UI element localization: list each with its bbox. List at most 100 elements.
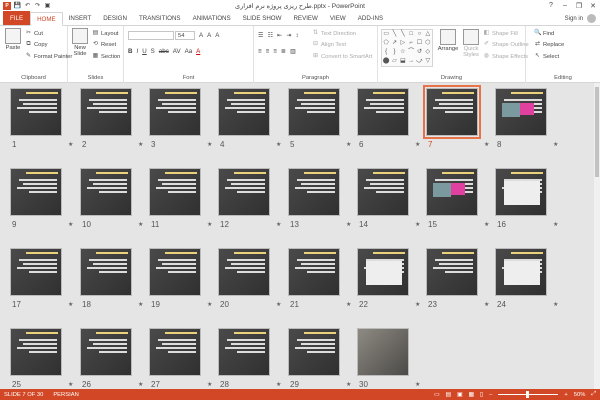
change-case-button[interactable]: Aa [185, 48, 193, 55]
slide-thumbnail[interactable] [357, 328, 409, 376]
clear-formatting-button[interactable]: A [215, 32, 219, 39]
slide-thumbnail[interactable] [80, 328, 132, 376]
shape-option[interactable]: ○ [415, 30, 423, 39]
transition-star-icon[interactable]: ★ [415, 381, 420, 388]
italic-button[interactable]: I [136, 48, 138, 55]
decrease-indent-icon[interactable]: ⇤ [277, 32, 282, 39]
transition-star-icon[interactable]: ★ [138, 221, 143, 228]
increase-indent-icon[interactable]: ⇥ [286, 32, 291, 39]
columns-icon[interactable]: ▥ [290, 48, 296, 55]
sign-in-link[interactable]: Sign in [565, 16, 583, 22]
transition-star-icon[interactable]: ★ [346, 381, 351, 388]
align-text-button[interactable]: ⊟ Align Text [312, 41, 346, 48]
scrollbar-thumb[interactable] [595, 87, 599, 177]
justify-icon[interactable]: ≣ [281, 48, 286, 55]
slide-thumbnail[interactable] [80, 248, 132, 296]
transition-star-icon[interactable]: ★ [68, 221, 73, 228]
tab-slide-show[interactable]: SLIDE SHOW [237, 11, 288, 25]
minimize-button[interactable]: – [558, 0, 572, 11]
shape-option[interactable]: ⬓ [399, 57, 407, 66]
slide-thumbnail[interactable] [10, 248, 62, 296]
transition-star-icon[interactable]: ★ [553, 141, 558, 148]
transition-star-icon[interactable]: ★ [415, 141, 420, 148]
slide-thumbnail[interactable] [495, 88, 547, 136]
underline-button[interactable]: U [142, 48, 146, 55]
normal-view-icon[interactable]: ▣ [457, 392, 462, 398]
start-slideshow-icon[interactable]: ▣ [44, 2, 51, 9]
restore-button[interactable]: ❐ [572, 0, 586, 11]
align-right-icon[interactable]: ≡ [273, 48, 277, 55]
transition-star-icon[interactable]: ★ [68, 301, 73, 308]
slide-thumbnail[interactable] [357, 88, 409, 136]
paste-button[interactable]: Paste [3, 28, 23, 51]
zoom-level[interactable]: 50% [574, 392, 586, 398]
slide-thumbnail[interactable] [149, 168, 201, 216]
copy-button[interactable]: ⧉ Copy [25, 41, 47, 48]
slide-thumbnail[interactable] [10, 88, 62, 136]
zoom-slider-knob[interactable] [526, 391, 530, 398]
close-button[interactable]: ✕ [586, 0, 600, 11]
fit-to-window-icon[interactable]: ⤢ [591, 391, 596, 398]
tab-add-ins[interactable]: ADD-INS [352, 11, 389, 25]
shape-option[interactable]: □ [407, 30, 415, 39]
help-button[interactable]: ? [544, 0, 558, 11]
font-size-box[interactable]: 54 [175, 31, 195, 40]
shape-option[interactable]: ▱ [390, 57, 398, 66]
find-button[interactable]: 🔍 Find [534, 30, 554, 37]
shape-option[interactable]: ⬤ [382, 57, 390, 66]
slide-thumbnail[interactable] [80, 168, 132, 216]
shape-option[interactable]: } [390, 48, 398, 57]
transition-star-icon[interactable]: ★ [484, 221, 489, 228]
tab-animations[interactable]: ANIMATIONS [187, 11, 237, 25]
shadow-button[interactable]: S [151, 48, 155, 55]
convert-smartart-button[interactable]: ⊞ Convert to SmartArt [312, 53, 372, 60]
slide-thumbnail[interactable] [288, 168, 340, 216]
transition-star-icon[interactable]: ★ [276, 301, 281, 308]
slide-thumbnail[interactable] [423, 85, 481, 139]
layout-button[interactable]: ▤ Layout [92, 30, 119, 37]
transition-star-icon[interactable]: ★ [553, 301, 558, 308]
transition-star-icon[interactable]: ★ [68, 381, 73, 388]
slide-sorter-view[interactable]: 1 ★ 2 ★ 3 ★ 4 ★ 5 ★ 6 ★ 7 ★ 8 ★ 9 ★ 10 ★ 11 ★ 12 ★ 13 ★ 14 ★ 15 ★ 16 ★ 1… [0, 83, 600, 389]
redo-icon[interactable]: ↷ [34, 2, 41, 9]
shape-option[interactable]: ⬠ [382, 39, 390, 48]
transition-star-icon[interactable]: ★ [207, 141, 212, 148]
new-slide-button[interactable]: New Slide [70, 28, 90, 57]
transition-star-icon[interactable]: ★ [346, 221, 351, 228]
transition-star-icon[interactable]: ★ [138, 381, 143, 388]
shape-option[interactable]: → [407, 57, 415, 66]
shape-fill-button[interactable]: ◧ Shape Fill [483, 30, 518, 37]
slide-sorter-icon[interactable]: ▦ [468, 392, 473, 398]
bullets-icon[interactable]: ☰ [258, 32, 264, 39]
slide-thumbnail[interactable] [495, 248, 547, 296]
transition-star-icon[interactable]: ★ [138, 141, 143, 148]
transition-star-icon[interactable]: ★ [207, 221, 212, 228]
shape-option[interactable]: ☆ [399, 48, 407, 57]
shape-option[interactable]: { [382, 48, 390, 57]
select-button[interactable]: ↖ Select [534, 53, 559, 60]
save-icon[interactable]: 💾 [14, 2, 21, 9]
transition-star-icon[interactable]: ★ [553, 221, 558, 228]
shape-option[interactable]: ▭ [382, 30, 390, 39]
align-left-icon[interactable]: ≡ [258, 48, 262, 55]
shape-option[interactable]: ☐ [415, 39, 423, 48]
language-indicator[interactable]: PERSIAN [53, 392, 78, 398]
powerpoint-app-icon[interactable]: P [3, 1, 11, 10]
slide-thumbnail[interactable] [218, 88, 270, 136]
vertical-scrollbar[interactable] [594, 83, 600, 389]
slide-thumbnail[interactable] [80, 88, 132, 136]
font-color-button[interactable]: A [196, 48, 200, 55]
transition-star-icon[interactable]: ★ [276, 381, 281, 388]
shape-outline-button[interactable]: ✐ Shape Outline [483, 41, 529, 48]
slide-thumbnail[interactable] [495, 168, 547, 216]
slide-thumbnail[interactable] [288, 248, 340, 296]
transition-star-icon[interactable]: ★ [415, 221, 420, 228]
slide-thumbnail[interactable] [10, 328, 62, 376]
zoom-out-icon[interactable]: – [489, 392, 492, 398]
line-spacing-icon[interactable]: ↕ [296, 32, 299, 39]
slide-thumbnail[interactable] [288, 328, 340, 376]
transition-star-icon[interactable]: ★ [138, 301, 143, 308]
shape-option[interactable]: ⌒ [407, 48, 415, 57]
arrange-button[interactable]: Arrange [437, 29, 459, 52]
shape-effects-button[interactable]: ◍ Shape Effects [483, 53, 528, 60]
